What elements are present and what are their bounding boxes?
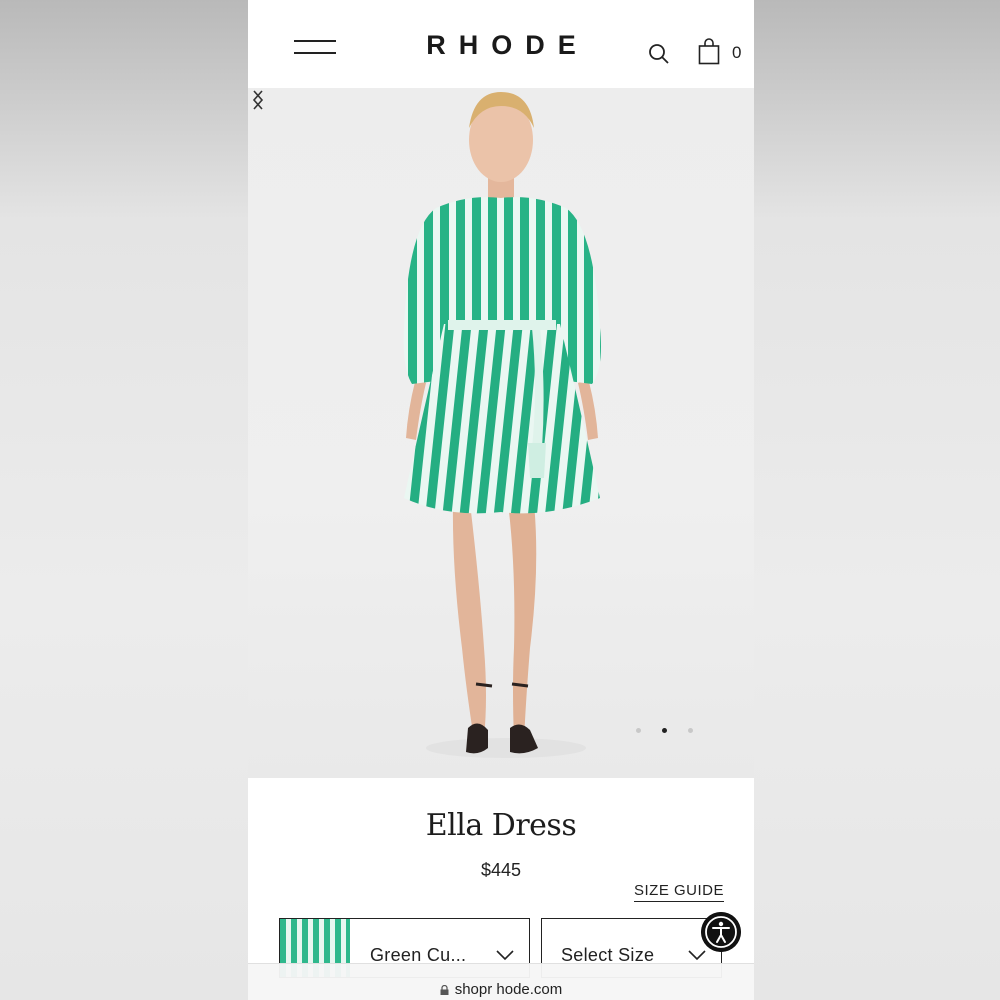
brand-logo[interactable]: RHODE xyxy=(248,30,754,61)
chevron-down-icon xyxy=(496,950,514,961)
search-icon[interactable] xyxy=(648,43,670,65)
url-text: shopr hode.com xyxy=(248,981,754,998)
browser-url-bar[interactable]: shopr hode.com xyxy=(248,963,754,1000)
cart-count[interactable]: 0 xyxy=(732,43,741,63)
size-guide-link[interactable]: SIZE GUIDE xyxy=(634,882,725,902)
carousel-dot[interactable] xyxy=(688,728,693,733)
chevron-right-icon[interactable] xyxy=(248,88,268,112)
url-value: shopr hode.com xyxy=(454,981,563,998)
phone-screen: RHODE 0 Ella Dress $445 SIZE GUIDE Green… xyxy=(248,0,754,1000)
carousel-dot-active[interactable] xyxy=(662,728,667,733)
shopping-bag-icon[interactable] xyxy=(698,38,720,65)
product-title: Ella Dress xyxy=(425,808,577,843)
lock-icon xyxy=(440,985,449,995)
chevron-down-icon xyxy=(688,950,706,961)
carousel-dot[interactable] xyxy=(636,728,641,733)
site-header: RHODE 0 xyxy=(248,0,754,88)
accessibility-icon[interactable] xyxy=(701,912,741,952)
product-price: $445 xyxy=(480,860,522,880)
model-photo xyxy=(403,92,601,758)
carousel-dots xyxy=(636,728,696,736)
product-image[interactable] xyxy=(248,88,754,778)
